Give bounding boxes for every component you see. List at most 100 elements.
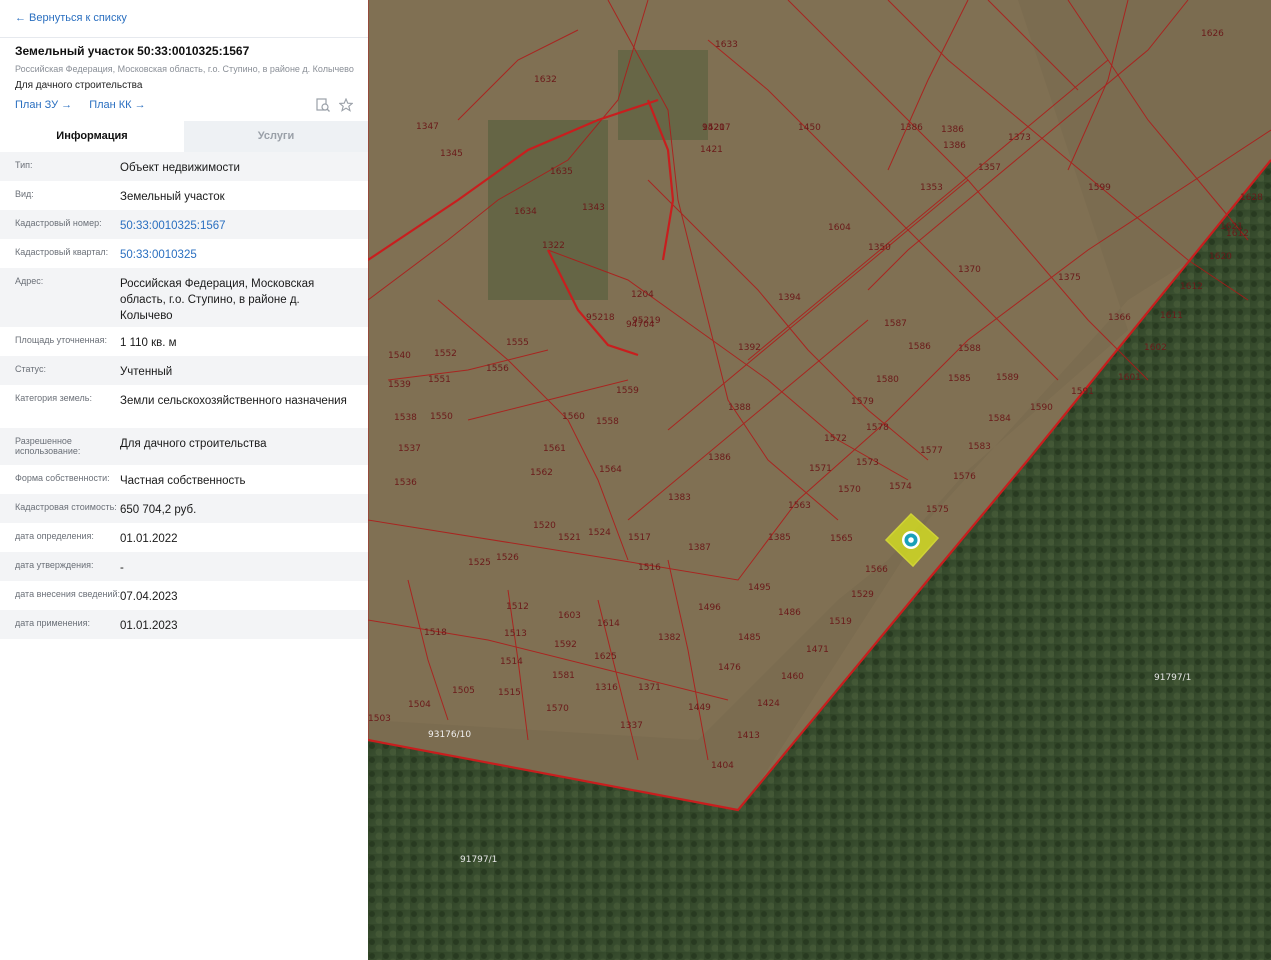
parcel-label: 1628 [1240,193,1263,203]
parcel-label: 1424 [757,699,780,709]
row-label: дата применения: [15,618,91,628]
search-doc-icon[interactable] [316,98,330,112]
parcel-label: 1496 [698,603,721,613]
parcel-label: 1387 [688,543,711,553]
row-permitted-use: Разрешенное использование: Для дачного с… [0,428,368,465]
parcel-label: 1347 [416,122,439,132]
parcel-label: 1404 [711,761,734,771]
row-date-applied: дата применения: 01.01.2023 [0,610,368,639]
parcel-label: 1561 [543,444,566,454]
parcel-label: 1524 [588,528,611,538]
parcel-label: 1559 [616,386,639,396]
parcel-label: 1460 [781,672,804,682]
parcel-label: 1625 [594,652,617,662]
parcel-label: 1583 [968,442,991,452]
parcel-label: 1634 [514,207,537,217]
row-value: - [120,562,124,574]
parcel-label: 1555 [506,338,529,348]
row-cadastral-number: Кадастровый номер: 50:33:0010325:1567 [0,210,368,239]
row-value: 650 704,2 руб. [120,504,197,516]
row-label: Адрес: [15,276,44,286]
parcel-label: 1520 [533,521,556,531]
parcel-label: 1570 [546,704,569,714]
parcel-label: 1604 [828,223,851,233]
row-value: Частная собственность [120,475,246,487]
parcel-label: 1587 [884,319,907,329]
parcel-label: 1495 [748,583,771,593]
parcel-label: 1375 [1058,273,1081,283]
plan-kk-link[interactable]: План КК → [89,99,145,111]
parcel-label: 95217 [702,123,731,133]
address-subtitle: Российская Федерация, Московская область… [15,64,354,74]
row-value: Для дачного строительства [120,438,267,450]
parcel-label: 1518 [424,628,447,638]
parcel-label: 91797/1 [460,855,497,865]
parcel-label: 1485 [738,633,761,643]
row-value: Земли сельскохозяйственного назначения [120,395,347,407]
parcel-label: 1563 [788,501,811,511]
row-kind: Вид: Земельный участок [0,181,368,210]
parcel-label: 1386 [708,453,731,463]
row-label: Кадастровый квартал: [15,247,109,257]
parcel-label: 1504 [408,700,431,710]
row-cadastral-quarter: Кадастровый квартал: 50:33:0010325 [0,239,368,268]
row-address: Адрес: Российская Федерация, Московская … [0,268,368,327]
back-to-list-link[interactable]: ← Вернуться к списку [15,12,127,24]
parcel-label: 1526 [496,553,519,563]
row-date-approved: дата утверждения: - [0,552,368,581]
row-date-defined: дата определения: 01.01.2022 [0,523,368,552]
map-marker-icon [908,537,914,543]
parcel-label: 1538 [394,413,417,423]
parcel-label: 1620 [1209,252,1232,262]
parcel-label: 1590 [1030,403,1053,413]
row-label: дата определения: [15,531,94,541]
use-subtitle: Для дачного строительства [15,80,143,91]
parcel-label: 1471 [806,645,829,655]
parcel-label: 1517 [628,533,651,543]
parcel-label: 1512 [506,602,529,612]
parcel-label: 1584 [988,414,1011,424]
parcel-label: 1515 [498,688,521,698]
cadastral-map[interactable]: 1566 1575 1576 1574 1529 1519 1471 1460 … [368,0,1271,960]
parcel-label: 1611 [1160,311,1183,321]
parcel-label: 1578 [866,423,889,433]
parcel-label: 1591 [1071,387,1094,397]
parcel-label: 1580 [876,375,899,385]
row-value: 1 110 кв. м [120,337,177,349]
parcel-label: 1560 [562,412,585,422]
parcel-label: 1614 [597,619,620,629]
parcel-label: 1565 [830,534,853,544]
tab-information[interactable]: Информация [0,121,184,152]
parcel-label: 1570 [838,485,861,495]
parcel-label: 1345 [440,149,463,159]
parcel-label: 1357 [978,163,1001,173]
cadastral-quarter-link[interactable]: 50:33:0010325 [120,247,368,263]
cadastral-number-link[interactable]: 50:33:0010325:1567 [120,218,368,234]
parcel-label: 1322 [542,241,565,251]
parcel-label: 1529 [851,590,874,600]
parcel-label: 1316 [595,683,618,693]
parcel-label: 1449 [688,703,711,713]
parcel-label: 1373 [1008,133,1031,143]
star-icon[interactable] [339,98,353,112]
row-label: дата внесения сведений: [15,589,120,599]
parcel-label: 94704 [626,320,655,330]
parcel-label: 1370 [958,265,981,275]
parcel-label: 1385 [768,533,791,543]
plan-zu-link[interactable]: План ЗУ → [15,99,72,111]
row-label: Кадастровый номер: [15,218,102,228]
row-label: Статус: [15,364,46,374]
row-land-category: Категория земель: Земли сельскохозяйстве… [0,385,368,428]
parcel-label: 1581 [552,671,575,681]
parcel-label: 1382 [658,633,681,643]
parcel-label: 1392 [738,343,761,353]
parcel-label: 1572 [824,434,847,444]
parcel-label: 1539 [388,380,411,390]
parcel-label: 93176/10 [428,730,471,740]
parcel-label: 1537 [398,444,421,454]
parcel-label: 1516 [638,563,661,573]
row-ownership: Форма собственности: Частная собственнос… [0,465,368,494]
tab-services[interactable]: Услуги [184,121,368,152]
parcel-label: 1562 [530,468,553,478]
parcel-label: 1566 [865,565,888,575]
